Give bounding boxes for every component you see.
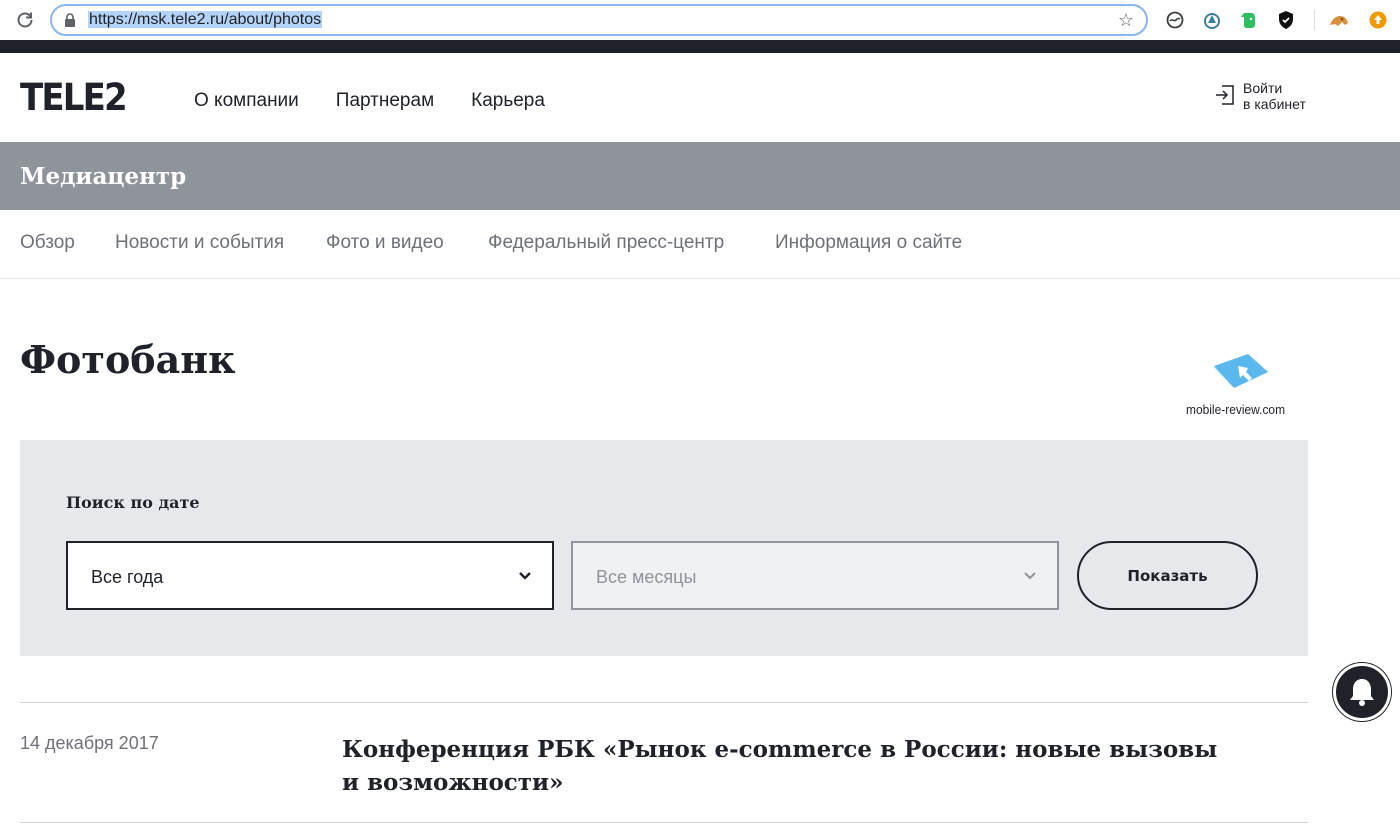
subnav-photo-video[interactable]: Фото и видео <box>326 232 444 254</box>
login-icon <box>1216 85 1234 105</box>
divider <box>20 822 1308 823</box>
nav-about[interactable]: О компании <box>194 90 299 112</box>
puzzle-icon[interactable] <box>1328 9 1350 31</box>
page-title: Фотобанк <box>20 337 236 382</box>
mediacenter-title[interactable]: Медиацентр <box>20 163 186 190</box>
login-text[interactable]: Войти в кабинет <box>1243 80 1323 112</box>
chevron-down-icon <box>519 572 531 580</box>
address-bar[interactable]: https://msk.tele2.ru/about/photos ☆ <box>50 4 1148 36</box>
month-select-value: Все месяцы <box>596 567 697 587</box>
update-icon[interactable] <box>1367 9 1389 31</box>
site-header: TELE2 О компании Партнерам Карьера Войти… <box>0 53 1400 142</box>
toolbar-separator <box>1314 10 1315 30</box>
lock-icon <box>64 13 76 32</box>
date-search-panel: Поиск по дате Все года Все месяцы Показа… <box>20 440 1308 656</box>
login-line1: Войти <box>1243 80 1283 96</box>
watermark-text: mobile-review.com <box>1186 402 1286 417</box>
reload-icon[interactable] <box>14 9 36 31</box>
tele2-logo[interactable]: TELE2 <box>20 79 128 116</box>
show-button[interactable]: Показать <box>1077 541 1258 610</box>
divider <box>20 702 1308 703</box>
bookmark-star-icon[interactable]: ☆ <box>1118 10 1134 31</box>
year-select[interactable]: Все года <box>66 541 554 610</box>
login-line2: в кабинет <box>1243 96 1306 112</box>
watermark: mobile-review.com <box>1186 352 1290 422</box>
subnav-press-center[interactable]: Федеральный пресс-центр <box>488 232 724 254</box>
year-select-value: Все года <box>91 567 164 587</box>
sub-nav: Обзор Новости и события Фото и видео Фед… <box>0 210 1400 279</box>
login-link[interactable]: Войти в кабинет <box>1214 80 1323 112</box>
top-strip <box>0 40 1400 53</box>
subnav-overview[interactable]: Обзор <box>20 232 75 254</box>
item-title-link[interactable]: Конференция РБК «Рынок e-commerce в Росс… <box>342 733 1222 799</box>
nav-partners[interactable]: Партнерам <box>336 90 434 112</box>
subnav-news[interactable]: Новости и события <box>115 232 284 254</box>
item-date: 14 декабря 2017 <box>20 733 159 753</box>
astro-icon[interactable] <box>1201 9 1223 31</box>
chevron-down-icon <box>1024 572 1036 580</box>
evernote-icon[interactable] <box>1238 9 1260 31</box>
watermark-logo-icon <box>1214 354 1268 388</box>
theme-icon[interactable] <box>1164 9 1186 31</box>
mediacenter-band: Медиацентр <box>0 142 1400 210</box>
nav-career[interactable]: Карьера <box>471 90 545 112</box>
url-text[interactable]: https://msk.tele2.ru/about/photos <box>88 11 323 29</box>
browser-toolbar: https://msk.tele2.ru/about/photos ☆ <box>0 0 1400 40</box>
month-select[interactable]: Все месяцы <box>571 541 1059 610</box>
shield-icon[interactable] <box>1275 9 1297 31</box>
main-nav: О компании Партнерам Карьера <box>194 90 582 112</box>
search-label: Поиск по дате <box>66 493 200 512</box>
subnav-site-info[interactable]: Информация о сайте <box>775 232 962 254</box>
notification-bell-icon[interactable] <box>1333 663 1391 721</box>
